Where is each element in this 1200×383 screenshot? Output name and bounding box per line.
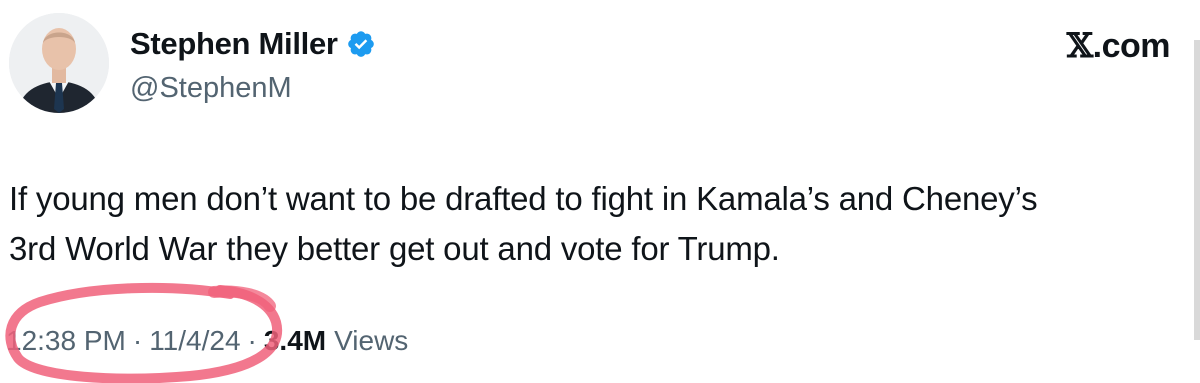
tweet-card: Stephen Miller @StephenM 𝕏.com If young …	[0, 0, 1200, 383]
meta-separator: ·	[132, 325, 143, 356]
scrollbar[interactable]	[1194, 40, 1200, 340]
author-name-row: Stephen Miller	[130, 26, 376, 62]
author-display-name[interactable]: Stephen Miller	[130, 26, 338, 62]
tweet-text-line: 3rd World War they better get out and vo…	[9, 230, 780, 267]
tweet-time[interactable]: 12:38 PM	[6, 325, 126, 357]
meta-separator: ·	[247, 325, 257, 356]
tweet-text-line: If young men don’t want to be drafted to…	[9, 180, 1038, 217]
brand-domain-suffix: .com	[1092, 27, 1171, 65]
tweet-meta: 12:38 PM · 11/4/24 · 3.4M Views	[6, 325, 408, 357]
x-logo-icon: 𝕏	[1066, 26, 1093, 66]
tweet-text: If young men don’t want to be drafted to…	[9, 174, 1189, 274]
avatar[interactable]	[9, 13, 109, 113]
tweet-date[interactable]: 11/4/24	[149, 325, 240, 357]
views-count[interactable]: 3.4M	[264, 325, 326, 357]
x-com-brand: 𝕏.com	[1066, 26, 1171, 66]
profile-photo-icon	[9, 13, 109, 113]
author-handle[interactable]: @StephenM	[130, 72, 292, 105]
views-label: Views	[334, 325, 409, 356]
verified-badge-icon	[346, 29, 376, 59]
